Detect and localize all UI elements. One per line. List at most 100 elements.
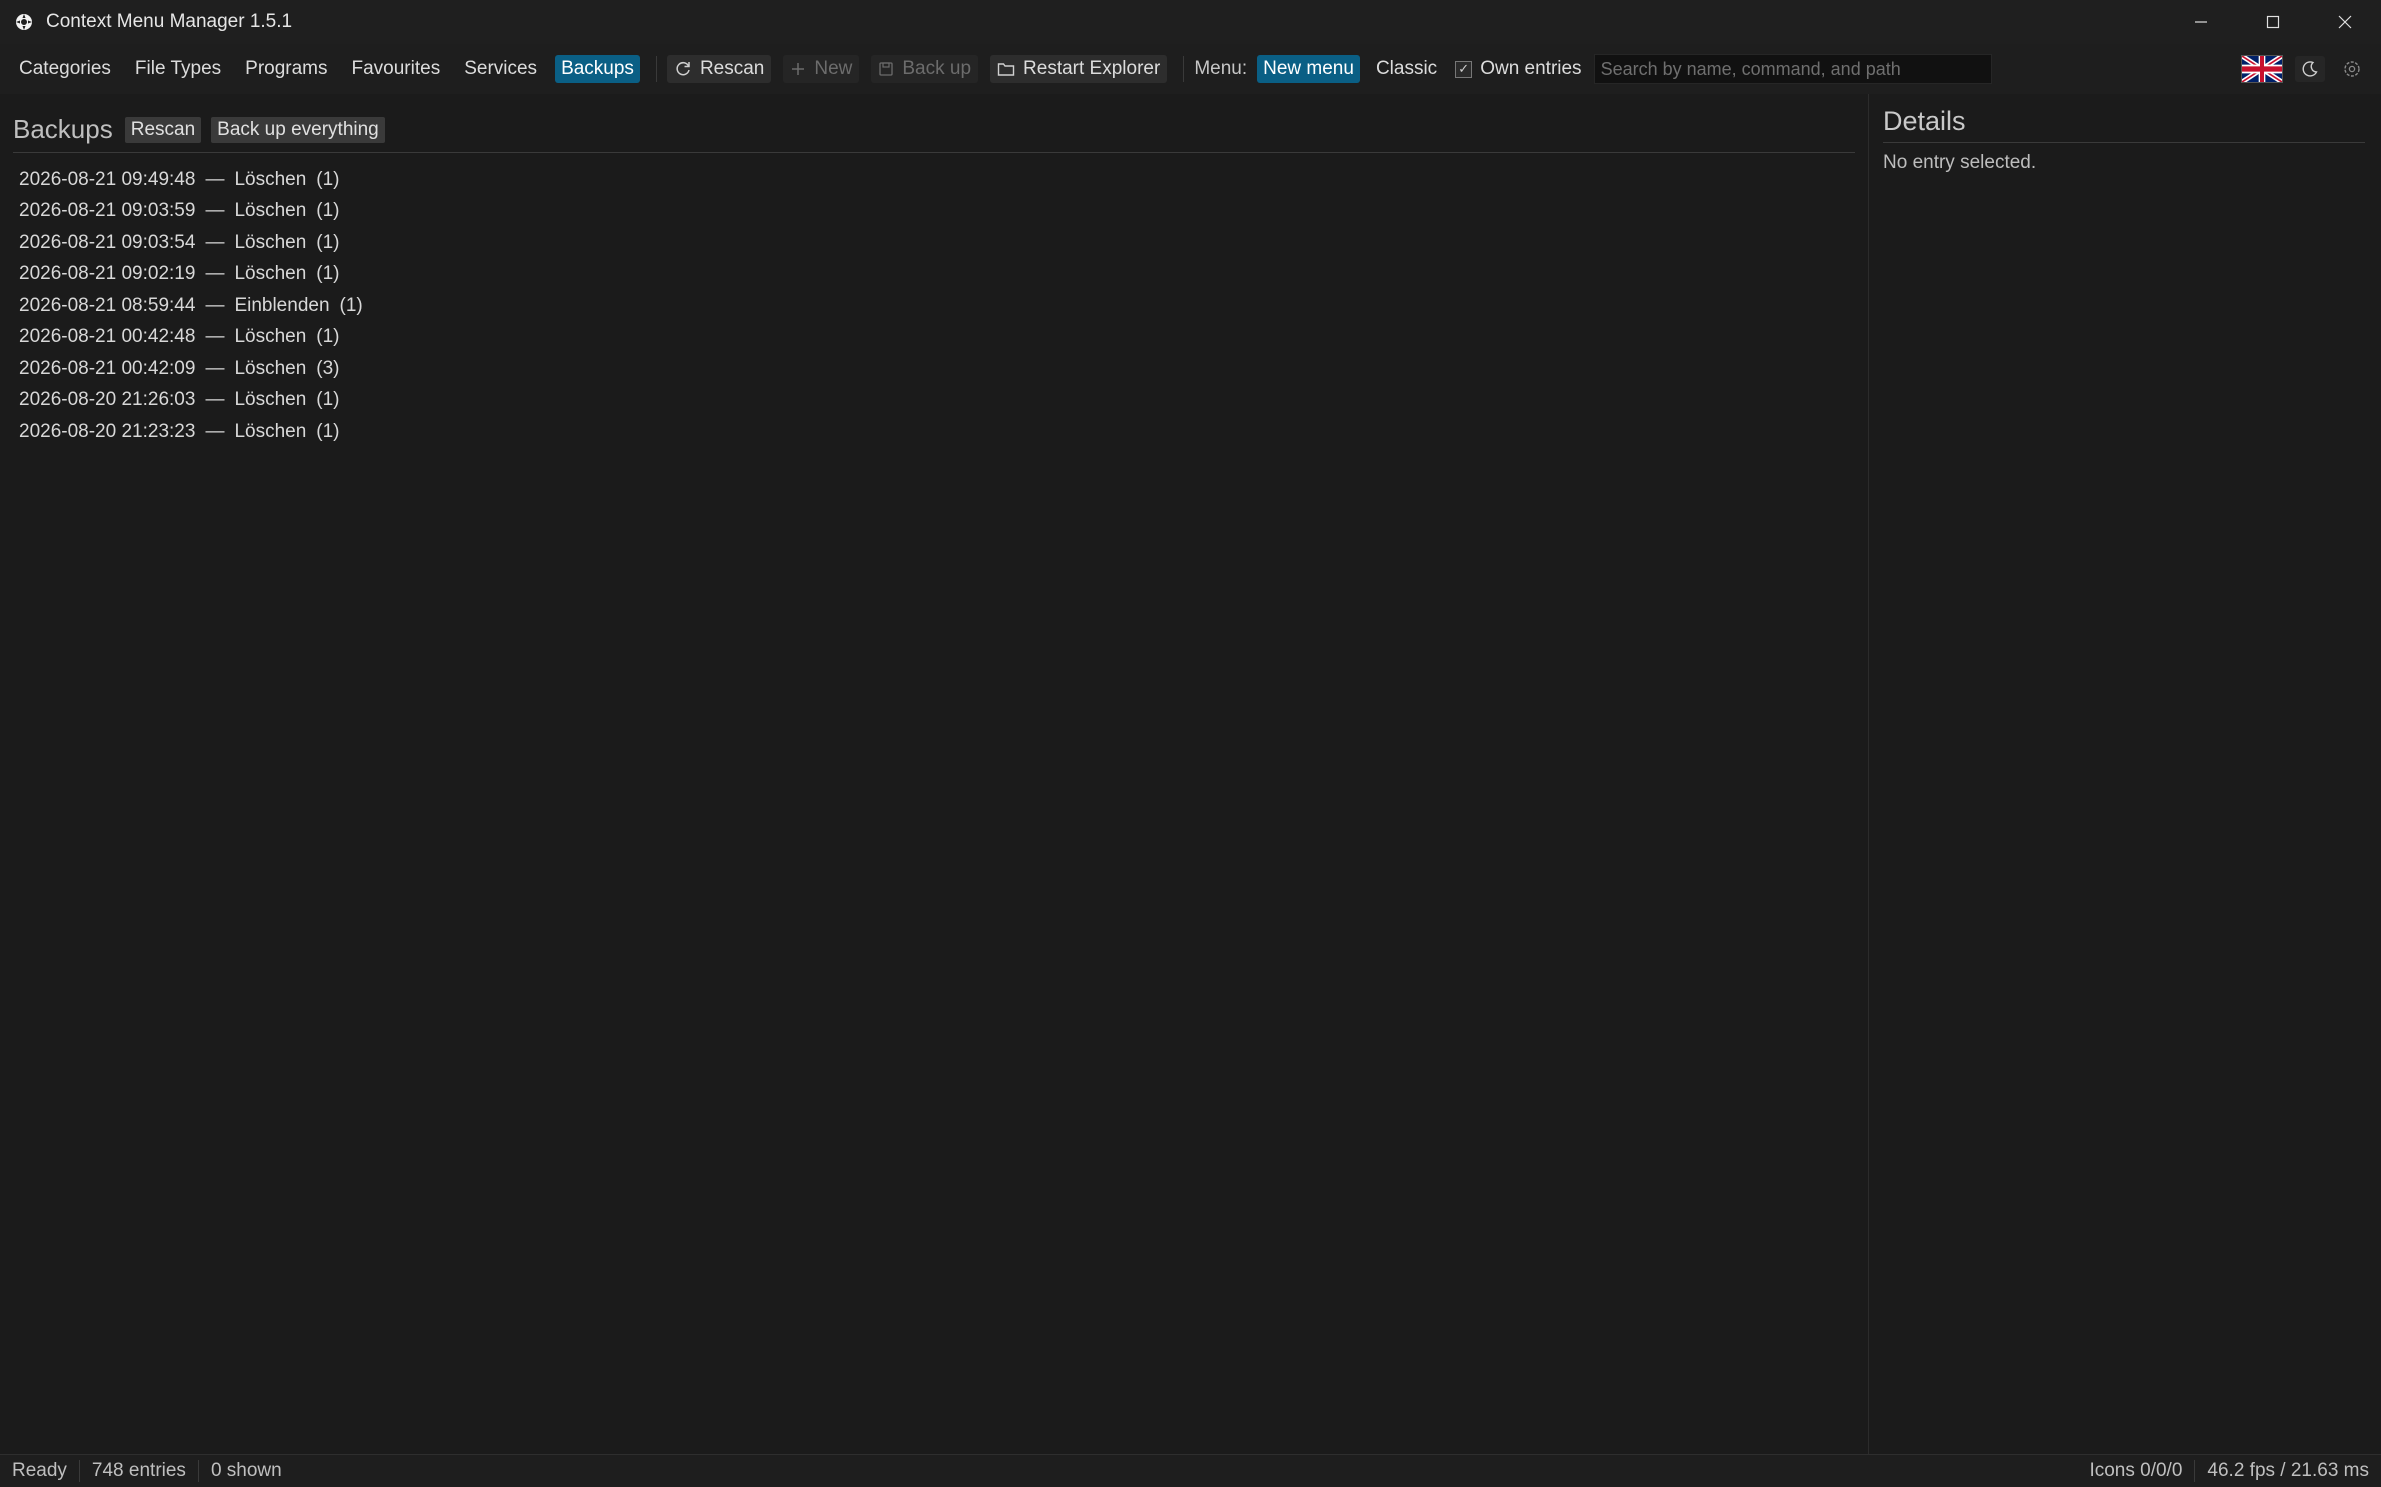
- close-button[interactable]: [2309, 0, 2381, 44]
- backup-count: (3): [316, 357, 340, 379]
- backups-rescan-button[interactable]: Rescan: [124, 116, 202, 143]
- list-item[interactable]: 2026-08-20 21:23:23 — Löschen (1): [19, 416, 363, 448]
- own-entries-label: Own entries: [1480, 58, 1582, 79]
- folder-icon: [997, 63, 1015, 76]
- list-item[interactable]: 2026-08-21 00:42:48 — Löschen (1): [19, 322, 363, 354]
- backup-action: Löschen: [234, 357, 307, 379]
- tab-services[interactable]: Services: [458, 55, 543, 83]
- backup-count: (1): [316, 326, 340, 348]
- details-title: Details: [1883, 106, 1966, 136]
- close-icon: [2338, 15, 2352, 29]
- backup-count: (1): [316, 389, 340, 411]
- search-input[interactable]: [1593, 54, 1992, 84]
- backup-count: (1): [316, 420, 340, 442]
- save-icon: [879, 62, 894, 76]
- list-item[interactable]: 2026-08-21 09:03:54 — Löschen (1): [19, 227, 363, 259]
- details-panel: Details No entry selected.: [1869, 94, 2381, 1454]
- separator: —: [205, 263, 225, 285]
- tab-file-types[interactable]: File Types: [129, 55, 227, 83]
- backup-count: (1): [316, 263, 340, 285]
- restart-explorer-button[interactable]: Restart Explorer: [990, 55, 1168, 83]
- own-entries-checkbox[interactable]: ✓ Own entries: [1455, 58, 1582, 80]
- status-shown: 0 shown: [210, 1460, 282, 1481]
- classic-menu-option[interactable]: Classic: [1376, 58, 1437, 80]
- backup-timestamp: 2026-08-21 09:49:48: [19, 168, 196, 190]
- backup-count: (1): [316, 200, 340, 222]
- list-item[interactable]: 2026-08-20 21:26:03 — Löschen (1): [19, 385, 363, 417]
- tab-categories[interactable]: Categories: [13, 55, 117, 83]
- list-item[interactable]: 2026-08-21 09:02:19 — Löschen (1): [19, 259, 363, 291]
- backups-panel: Backups Rescan Back up everything 2026-0…: [0, 94, 1869, 1454]
- minimize-button[interactable]: [2165, 0, 2237, 44]
- backup-action: Löschen: [234, 389, 307, 411]
- back-up-button[interactable]: Back up: [871, 55, 979, 83]
- restart-explorer-label: Restart Explorer: [1023, 58, 1161, 79]
- status-bar: Ready 748 entries 0 shown Icons 0/0/0 46…: [0, 1454, 2381, 1487]
- settings-gear-icon: [2344, 61, 2360, 77]
- back-up-label: Back up: [902, 58, 972, 79]
- backup-action: Löschen: [234, 168, 307, 190]
- separator: —: [205, 326, 225, 348]
- backup-action: Löschen: [234, 263, 307, 285]
- backup-action: Löschen: [234, 200, 307, 222]
- theme-toggle-button[interactable]: [2295, 56, 2325, 82]
- page-title: Backups: [13, 114, 113, 144]
- tab-backups[interactable]: Backups: [555, 55, 640, 83]
- backup-timestamp: 2026-08-21 00:42:09: [19, 357, 196, 379]
- backup-count: (1): [339, 294, 363, 316]
- separator: —: [205, 200, 225, 222]
- backup-action: Löschen: [234, 420, 307, 442]
- backups-header: Backups Rescan Back up everything: [13, 114, 395, 145]
- backup-action: Einblenden: [234, 294, 330, 316]
- list-item[interactable]: 2026-08-21 09:49:48 — Löschen (1): [19, 164, 363, 196]
- status-state: Ready: [0, 1460, 80, 1482]
- list-item[interactable]: 2026-08-21 08:59:44 — Einblenden (1): [19, 290, 363, 322]
- status-entries: 748 entries: [80, 1460, 199, 1482]
- header-divider: [13, 152, 1855, 153]
- menu-label: Menu:: [1194, 58, 1248, 79]
- status-icons: Icons 0/0/0: [2089, 1460, 2183, 1481]
- tab-favourites[interactable]: Favourites: [346, 55, 447, 83]
- checkmark-icon: ✓: [1455, 60, 1473, 78]
- refresh-icon: [676, 61, 690, 76]
- toolbar: Categories File Types Programs Favourite…: [0, 44, 2381, 94]
- new-menu-option[interactable]: New menu: [1257, 55, 1360, 83]
- settings-button[interactable]: [2337, 56, 2367, 82]
- backup-timestamp: 2026-08-21 09:02:19: [19, 263, 196, 285]
- backup-timestamp: 2026-08-20 21:23:23: [19, 420, 196, 442]
- separator: —: [205, 357, 225, 379]
- window-title: Context Menu Manager 1.5.1: [46, 11, 293, 32]
- backup-action: Löschen: [234, 231, 307, 253]
- rescan-label: Rescan: [699, 58, 765, 79]
- details-empty-text: No entry selected.: [1883, 152, 2037, 173]
- backup-timestamp: 2026-08-21 09:03:59: [19, 200, 196, 222]
- language-flag-icon[interactable]: [2241, 55, 2283, 83]
- separator: —: [205, 294, 225, 316]
- separator: —: [205, 389, 225, 411]
- new-button[interactable]: New: [783, 55, 860, 83]
- backup-timestamp: 2026-08-20 21:26:03: [19, 389, 196, 411]
- gear-icon: [14, 12, 34, 32]
- details-divider: [1883, 142, 2365, 143]
- separator: —: [205, 168, 225, 190]
- backup-count: (1): [316, 231, 340, 253]
- back-up-everything-button[interactable]: Back up everything: [211, 116, 385, 143]
- backup-list: 2026-08-21 09:49:48 — Löschen (1) 2026-08-2…: [19, 164, 363, 448]
- backup-timestamp: 2026-08-21 00:42:48: [19, 326, 196, 348]
- toolbar-divider: [655, 56, 657, 82]
- toolbar-divider: [1183, 56, 1185, 82]
- list-item[interactable]: 2026-08-21 09:03:59 — Löschen (1): [19, 196, 363, 228]
- backup-count: (1): [316, 168, 340, 190]
- status-performance: 46.2 fps / 21.63 ms: [2194, 1460, 2381, 1482]
- maximize-icon: [2266, 15, 2280, 29]
- rescan-button[interactable]: Rescan: [666, 55, 772, 83]
- minimize-icon: [2195, 21, 2207, 23]
- backup-timestamp: 2026-08-21 08:59:44: [19, 294, 196, 316]
- title-bar: Context Menu Manager 1.5.1: [0, 0, 2381, 44]
- list-item[interactable]: 2026-08-21 00:42:09 — Löschen (3): [19, 353, 363, 385]
- moon-icon: [2302, 61, 2318, 77]
- maximize-button[interactable]: [2237, 0, 2309, 44]
- plus-icon: [792, 63, 805, 75]
- backup-timestamp: 2026-08-21 09:03:54: [19, 231, 196, 253]
- tab-programs[interactable]: Programs: [239, 55, 333, 83]
